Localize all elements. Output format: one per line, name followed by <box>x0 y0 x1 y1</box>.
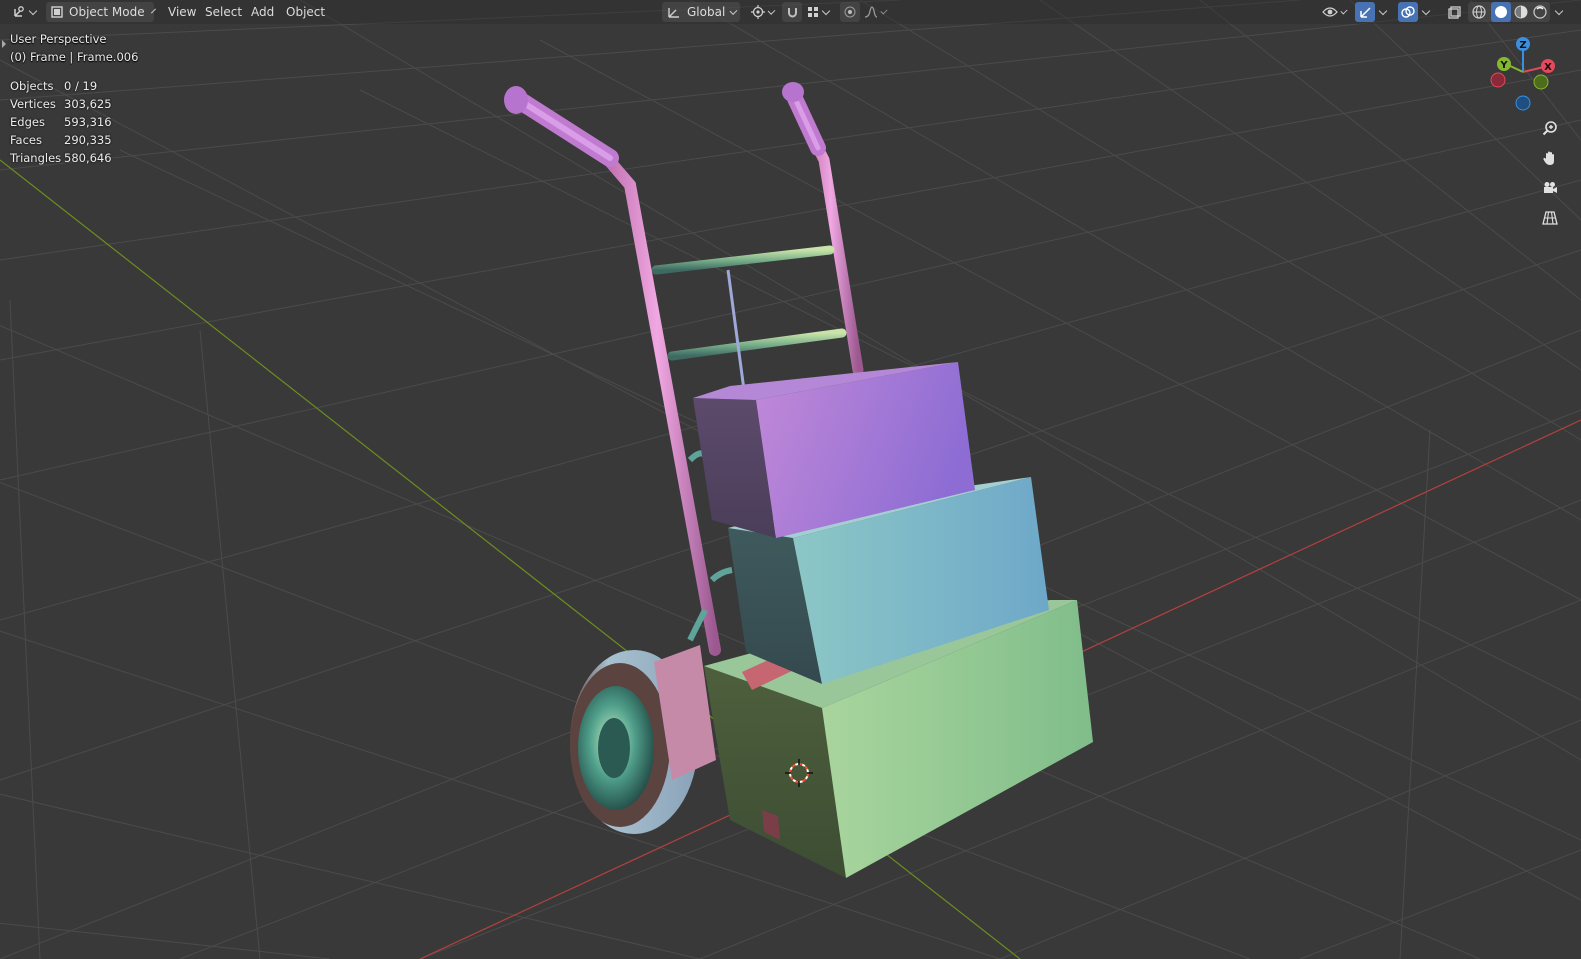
pan-hand-icon <box>1542 150 1558 166</box>
pan-button[interactable] <box>1536 144 1564 172</box>
gizmo-icon <box>1359 6 1372 19</box>
chevron-down-icon <box>1554 6 1564 15</box>
frame-info: (0) Frame | Frame.006 <box>10 50 139 64</box>
snap-element-button[interactable] <box>804 2 834 22</box>
stat-vertices: Vertices 303,625 <box>10 97 112 111</box>
chevron-down-icon <box>880 6 888 15</box>
chevron-down-icon <box>821 6 831 15</box>
falloff-button[interactable] <box>862 2 890 22</box>
toolbar-expand-arrow-icon[interactable] <box>2 40 6 48</box>
overlay-icon <box>1401 5 1415 19</box>
gizmo-x-label: X <box>1544 62 1552 73</box>
hand-truck-model[interactable] <box>504 82 1093 878</box>
gizmo-neg-z[interactable] <box>1515 95 1531 111</box>
solid-shading-icon[interactable] <box>1491 2 1511 22</box>
stat-label: Objects <box>10 79 54 93</box>
menu-view[interactable]: View <box>162 2 202 22</box>
chevron-down-icon <box>28 6 38 15</box>
menu-object[interactable]: Object <box>280 2 331 22</box>
proportional-edit-toggle[interactable] <box>840 2 860 22</box>
chevron-down-icon <box>1340 6 1348 15</box>
mode-label: Object Mode <box>69 5 145 19</box>
overlay-toggle[interactable] <box>1398 2 1418 22</box>
editor-type-3d-viewport-icon <box>12 5 26 19</box>
snap-element-icon <box>807 6 819 18</box>
chevron-down-icon <box>1421 6 1431 15</box>
transform-orientation-icon <box>667 5 681 19</box>
transform-orientation-dropdown[interactable]: Global <box>662 2 740 22</box>
mode-dropdown[interactable]: Object Mode <box>46 2 156 22</box>
3d-viewport[interactable] <box>0 0 1581 959</box>
stat-triangles: Triangles 580,646 <box>10 151 112 165</box>
chevron-down-icon <box>729 6 738 15</box>
menu-select[interactable]: Select <box>199 2 248 22</box>
camera-view-button[interactable] <box>1536 174 1564 202</box>
stat-edges: Edges 593,316 <box>10 115 112 129</box>
gizmo-y-label: Y <box>1499 60 1508 71</box>
shading-mode-group <box>1468 2 1550 22</box>
chevron-down-icon <box>767 6 776 15</box>
stat-value: 580,646 <box>64 151 112 165</box>
ortho-grid-icon <box>1542 210 1558 226</box>
stat-value: 290,335 <box>64 133 112 147</box>
transform-orientation-label: Global <box>687 5 726 19</box>
gizmo-dropdown[interactable] <box>1376 2 1390 22</box>
stat-faces: Faces 290,335 <box>10 133 112 147</box>
stat-value: 593,316 <box>64 115 112 129</box>
gizmo-neg-y[interactable] <box>1533 74 1549 90</box>
snap-toggle[interactable] <box>782 2 802 22</box>
xray-icon <box>1447 5 1461 19</box>
editor-type-button[interactable] <box>6 2 40 22</box>
visibility-button[interactable] <box>1318 2 1350 22</box>
stat-label: Vertices <box>10 97 56 111</box>
view-name: User Perspective <box>10 32 107 46</box>
chevron-down-icon <box>150 8 156 13</box>
zoom-icon <box>1542 120 1558 136</box>
gizmo-z-label: Z <box>1519 40 1526 51</box>
rendered-shading-icon[interactable] <box>1533 5 1547 19</box>
stat-value: 0 / 19 <box>64 79 98 93</box>
gizmo-neg-x[interactable] <box>1490 72 1506 88</box>
navigation-gizmo[interactable]: Z Y X <box>1488 34 1568 114</box>
stat-label: Triangles <box>10 151 62 165</box>
proportional-edit-icon <box>844 6 856 18</box>
snap-icon <box>786 6 799 19</box>
viewport-header: Object Mode View Select Add Object Globa… <box>0 0 1581 24</box>
cross-bar-upper <box>651 245 835 275</box>
stat-label: Edges <box>10 115 45 129</box>
stat-objects: Objects 0 / 19 <box>10 79 97 93</box>
chevron-down-icon <box>1378 6 1388 15</box>
xray-toggle[interactable] <box>1444 2 1464 22</box>
stat-label: Faces <box>10 133 42 147</box>
visibility-icon <box>1322 6 1338 18</box>
wireframe-shading-icon[interactable] <box>1472 5 1486 19</box>
pivot-point-icon <box>751 5 765 19</box>
object-mode-icon <box>51 6 63 18</box>
pivot-point-button[interactable] <box>748 2 778 22</box>
falloff-icon <box>864 6 878 18</box>
zoom-button[interactable] <box>1536 114 1564 142</box>
material-shading-icon[interactable] <box>1514 5 1528 19</box>
shading-dropdown[interactable] <box>1552 2 1566 22</box>
cross-bar-lower <box>667 328 847 361</box>
menu-add[interactable]: Add <box>245 2 280 22</box>
stat-value: 303,625 <box>64 97 112 111</box>
gizmo-toggle[interactable] <box>1355 2 1375 22</box>
camera-view-icon <box>1542 180 1558 196</box>
ortho-toggle-button[interactable] <box>1536 204 1564 232</box>
overlay-dropdown[interactable] <box>1419 2 1433 22</box>
